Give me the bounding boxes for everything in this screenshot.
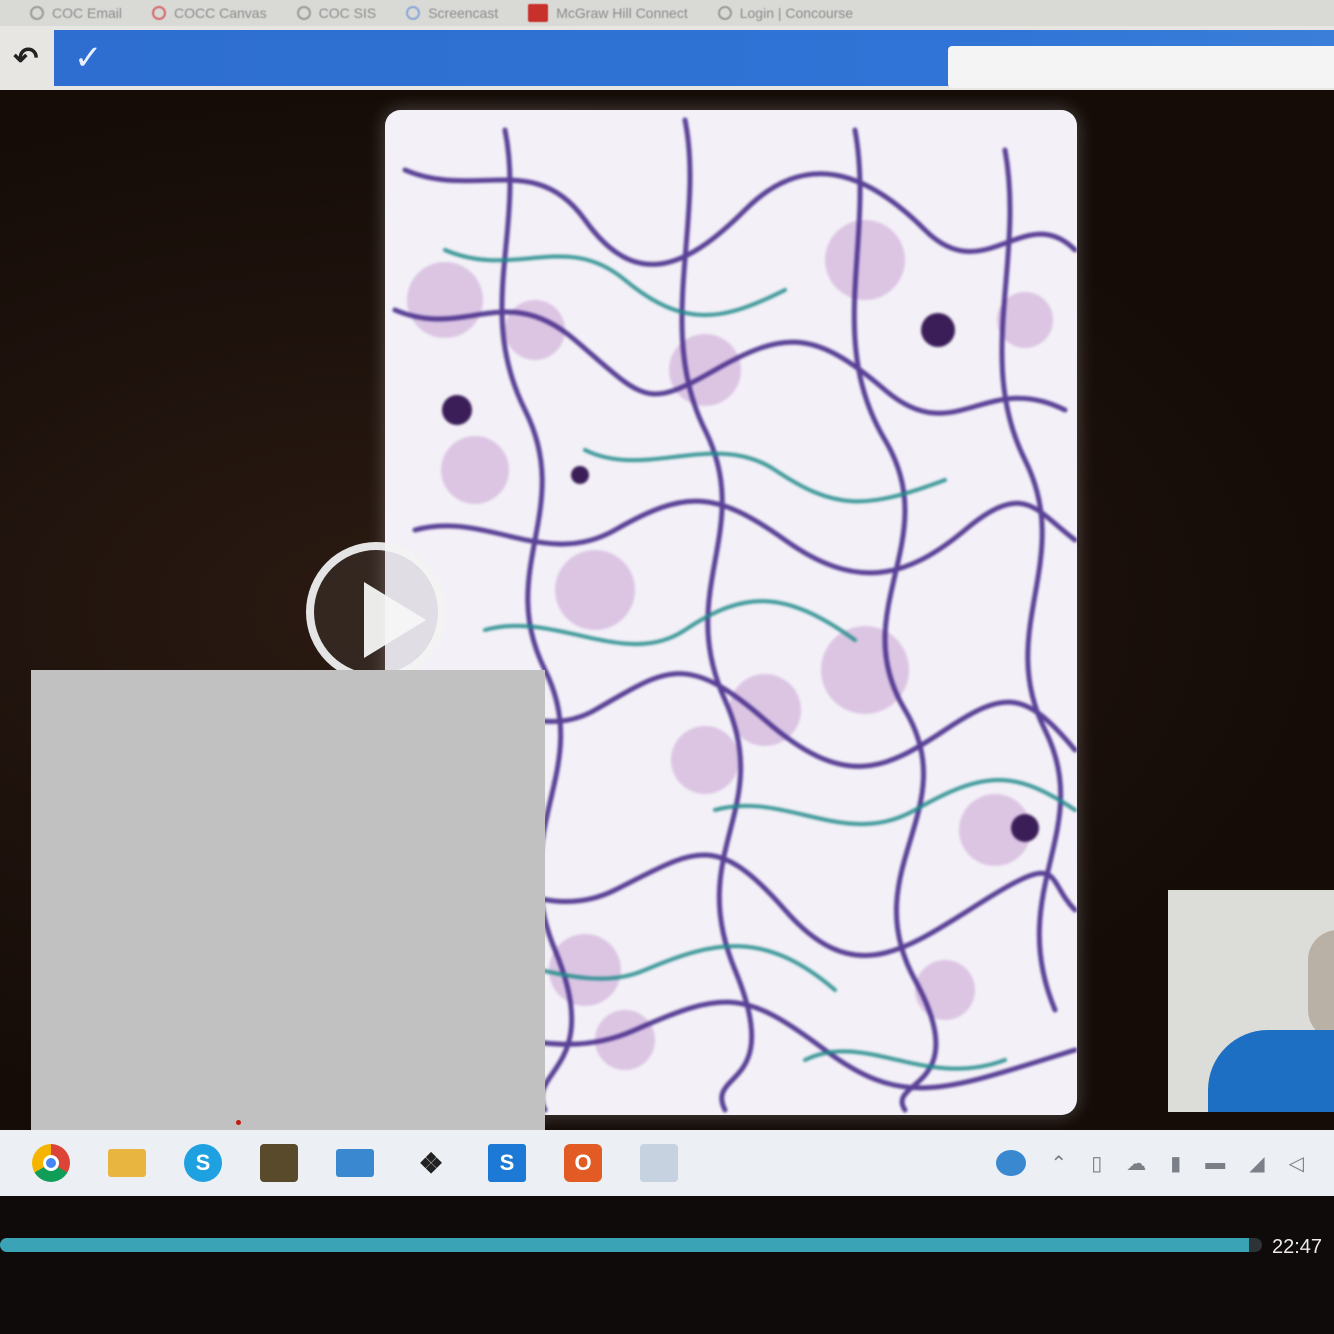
presenter-shirt [1208, 1030, 1334, 1112]
bookmark-coc-email[interactable]: COC Email [30, 5, 122, 21]
globe-icon [30, 6, 44, 20]
progress-fill [0, 1238, 1250, 1252]
file-explorer-icon[interactable] [108, 1149, 146, 1177]
skype-icon[interactable]: S [184, 1144, 222, 1182]
chrome-icon[interactable] [32, 1144, 70, 1182]
video-stage[interactable] [0, 90, 1334, 1157]
address-field[interactable] [948, 46, 1334, 88]
cursor-dot [236, 1120, 241, 1125]
progress-bar[interactable] [0, 1238, 1262, 1252]
mail-icon[interactable] [336, 1149, 374, 1177]
video-controls: 22:47 [0, 1196, 1334, 1334]
system-tray: ⌃ ▯ ☁ ▮ ▬ ◢ ◁ [996, 1130, 1304, 1196]
bookmark-cocc-canvas[interactable]: COCC Canvas [152, 5, 267, 21]
mcgraw-hill-icon [528, 4, 549, 22]
redacted-region [31, 670, 545, 1157]
bookmark-concourse[interactable]: Login | Concourse [717, 5, 854, 21]
volume-icon[interactable]: ◁ [1289, 1151, 1304, 1176]
bookmark-coc-sis[interactable]: COC SIS [296, 5, 377, 21]
sway-icon[interactable]: S [488, 1144, 526, 1182]
help-icon[interactable] [996, 1150, 1027, 1176]
play-button[interactable] [306, 542, 446, 682]
app-icon[interactable] [640, 1144, 678, 1182]
bookmark-mcgraw-hill[interactable]: McGraw Hill Connect [528, 4, 688, 22]
bookmark-label: McGraw Hill Connect [556, 5, 688, 21]
dropbox-icon[interactable]: ❖ [412, 1144, 450, 1182]
wifi-icon[interactable]: ◢ [1249, 1151, 1264, 1176]
canvas-icon [152, 6, 167, 20]
check-icon[interactable]: ✓ [74, 38, 103, 78]
concourse-icon [717, 6, 732, 20]
usb-icon[interactable]: ▯ [1091, 1151, 1102, 1176]
chevron-up-icon[interactable]: ⌃ [1050, 1151, 1067, 1176]
bookmark-label: COC Email [52, 5, 123, 21]
back-button[interactable]: ↶ [0, 26, 52, 90]
store-lock-icon[interactable] [260, 1144, 298, 1182]
office-icon[interactable]: O [564, 1144, 602, 1182]
back-arrow-icon: ↶ [13, 41, 39, 75]
microphone-icon[interactable]: ▮ [1170, 1151, 1181, 1176]
bookmark-label: COC SIS [318, 5, 377, 21]
bookmark-label: Login | Concourse [739, 5, 854, 21]
webcam-thumbnail [1168, 890, 1334, 1112]
bookmarks-bar: COC Email COCC Canvas COC SIS Screencast… [0, 0, 1334, 26]
cloud-icon[interactable]: ☁ [1126, 1151, 1146, 1176]
windows-taskbar: S ❖ S O ⌃ ▯ ☁ ▮ ▬ ◢ ◁ [0, 1130, 1334, 1196]
globe-icon [296, 6, 311, 20]
bookmark-screencast[interactable]: Screencast [406, 5, 498, 21]
presenter-head [1308, 930, 1334, 1040]
battery-icon[interactable]: ▬ [1205, 1152, 1225, 1175]
time-display: 22:47 [1272, 1236, 1323, 1258]
screencast-icon [406, 6, 421, 20]
bookmark-label: Screencast [428, 5, 499, 21]
bookmark-label: COCC Canvas [174, 5, 267, 21]
browser-toolbar: ↶ ✓ [0, 26, 1334, 90]
